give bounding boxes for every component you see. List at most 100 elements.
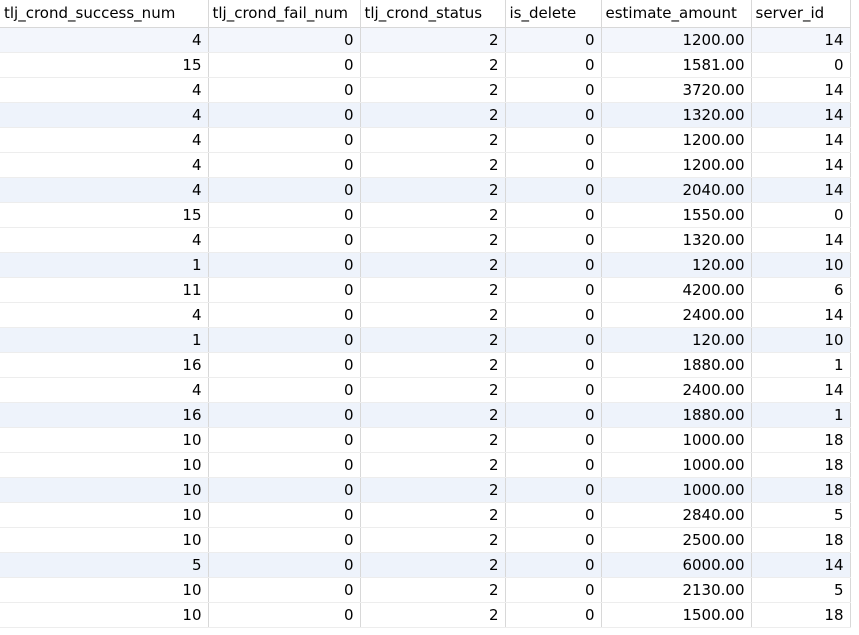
cell-tlj-crond-status[interactable]: 2	[360, 227, 506, 253]
cell-is-delete[interactable]: 0	[505, 177, 602, 203]
cell-tlj-crond-success-num[interactable]: 5	[0, 552, 209, 578]
cell-estimate-amount[interactable]: 1500.00	[601, 602, 752, 628]
table-row[interactable]: 10 0 2 0 1000.00 18	[0, 427, 851, 453]
cell-estimate-amount[interactable]: 2400.00	[601, 302, 752, 328]
cell-estimate-amount[interactable]: 4200.00	[601, 277, 752, 303]
cell-server-id[interactable]: 14	[751, 77, 851, 103]
cell-tlj-crond-success-num[interactable]: 1	[0, 327, 209, 353]
cell-tlj-crond-fail-num[interactable]: 0	[208, 27, 361, 53]
cell-tlj-crond-fail-num[interactable]: 0	[208, 102, 361, 128]
cell-tlj-crond-success-num[interactable]: 10	[0, 577, 209, 603]
cell-server-id[interactable]: 18	[751, 452, 851, 478]
column-header-estimate-amount[interactable]: estimate_amount	[601, 0, 752, 28]
cell-server-id[interactable]: 14	[751, 377, 851, 403]
cell-tlj-crond-success-num[interactable]: 4	[0, 77, 209, 103]
cell-tlj-crond-success-num[interactable]: 10	[0, 502, 209, 528]
cell-tlj-crond-fail-num[interactable]: 0	[208, 452, 361, 478]
table-row[interactable]: 10 0 2 0 1000.00 18	[0, 477, 851, 503]
table-row[interactable]: 10 0 2 0 2840.00 5	[0, 502, 851, 528]
cell-estimate-amount[interactable]: 1880.00	[601, 402, 752, 428]
table-row[interactable]: 16 0 2 0 1880.00 1	[0, 402, 851, 428]
table-row[interactable]: 4 0 2 0 1200.00 14	[0, 127, 851, 153]
cell-tlj-crond-success-num[interactable]: 4	[0, 127, 209, 153]
table-row[interactable]: 10 0 2 0 1500.00 18	[0, 602, 851, 628]
cell-is-delete[interactable]: 0	[505, 27, 602, 53]
cell-server-id[interactable]: 6	[751, 277, 851, 303]
cell-is-delete[interactable]: 0	[505, 502, 602, 528]
cell-estimate-amount[interactable]: 1000.00	[601, 477, 752, 503]
table-row[interactable]: 11 0 2 0 4200.00 6	[0, 277, 851, 303]
column-header-server-id[interactable]: server_id	[751, 0, 851, 28]
cell-is-delete[interactable]: 0	[505, 202, 602, 228]
cell-tlj-crond-status[interactable]: 2	[360, 377, 506, 403]
cell-tlj-crond-success-num[interactable]: 4	[0, 377, 209, 403]
cell-tlj-crond-success-num[interactable]: 16	[0, 402, 209, 428]
cell-tlj-crond-success-num[interactable]: 4	[0, 227, 209, 253]
cell-server-id[interactable]: 1	[751, 402, 851, 428]
table-row[interactable]: 4 0 2 0 2400.00 14	[0, 302, 851, 328]
cell-tlj-crond-fail-num[interactable]: 0	[208, 277, 361, 303]
column-header-is-delete[interactable]: is_delete	[505, 0, 602, 28]
table-row[interactable]: 16 0 2 0 1880.00 1	[0, 352, 851, 378]
cell-server-id[interactable]: 14	[751, 177, 851, 203]
cell-estimate-amount[interactable]: 1581.00	[601, 52, 752, 78]
cell-tlj-crond-success-num[interactable]: 4	[0, 302, 209, 328]
cell-tlj-crond-status[interactable]: 2	[360, 602, 506, 628]
table-row[interactable]: 4 0 2 0 1320.00 14	[0, 102, 851, 128]
cell-estimate-amount[interactable]: 2500.00	[601, 527, 752, 553]
cell-is-delete[interactable]: 0	[505, 527, 602, 553]
cell-tlj-crond-success-num[interactable]: 15	[0, 202, 209, 228]
table-row[interactable]: 4 0 2 0 3720.00 14	[0, 77, 851, 103]
column-header-tlj-crond-fail-num[interactable]: tlj_crond_fail_num	[208, 0, 361, 28]
cell-tlj-crond-success-num[interactable]: 10	[0, 477, 209, 503]
cell-estimate-amount[interactable]: 1200.00	[601, 152, 752, 178]
cell-estimate-amount[interactable]: 2040.00	[601, 177, 752, 203]
cell-tlj-crond-success-num[interactable]: 4	[0, 177, 209, 203]
cell-is-delete[interactable]: 0	[505, 377, 602, 403]
cell-is-delete[interactable]: 0	[505, 477, 602, 503]
cell-is-delete[interactable]: 0	[505, 452, 602, 478]
cell-tlj-crond-status[interactable]: 2	[360, 252, 506, 278]
cell-tlj-crond-status[interactable]: 2	[360, 102, 506, 128]
cell-tlj-crond-status[interactable]: 2	[360, 527, 506, 553]
cell-tlj-crond-status[interactable]: 2	[360, 52, 506, 78]
cell-tlj-crond-fail-num[interactable]: 0	[208, 177, 361, 203]
cell-is-delete[interactable]: 0	[505, 427, 602, 453]
table-row[interactable]: 4 0 2 0 2400.00 14	[0, 377, 851, 403]
cell-server-id[interactable]: 10	[751, 252, 851, 278]
cell-tlj-crond-success-num[interactable]: 16	[0, 352, 209, 378]
table-row[interactable]: 5 0 2 0 6000.00 14	[0, 552, 851, 578]
result-grid[interactable]: tlj_crond_success_num tlj_crond_fail_num…	[0, 0, 859, 635]
cell-tlj-crond-fail-num[interactable]: 0	[208, 202, 361, 228]
cell-tlj-crond-fail-num[interactable]: 0	[208, 477, 361, 503]
cell-tlj-crond-success-num[interactable]: 10	[0, 527, 209, 553]
cell-tlj-crond-status[interactable]: 2	[360, 427, 506, 453]
cell-tlj-crond-status[interactable]: 2	[360, 302, 506, 328]
cell-tlj-crond-fail-num[interactable]: 0	[208, 77, 361, 103]
cell-tlj-crond-success-num[interactable]: 1	[0, 252, 209, 278]
table-row[interactable]: 15 0 2 0 1581.00 0	[0, 52, 851, 78]
cell-server-id[interactable]: 10	[751, 327, 851, 353]
cell-server-id[interactable]: 14	[751, 102, 851, 128]
cell-tlj-crond-status[interactable]: 2	[360, 202, 506, 228]
cell-is-delete[interactable]: 0	[505, 52, 602, 78]
cell-estimate-amount[interactable]: 1000.00	[601, 427, 752, 453]
cell-estimate-amount[interactable]: 2400.00	[601, 377, 752, 403]
column-header-tlj-crond-status[interactable]: tlj_crond_status	[360, 0, 506, 28]
cell-is-delete[interactable]: 0	[505, 277, 602, 303]
cell-is-delete[interactable]: 0	[505, 302, 602, 328]
column-header-tlj-crond-success-num[interactable]: tlj_crond_success_num	[0, 0, 209, 28]
cell-tlj-crond-fail-num[interactable]: 0	[208, 377, 361, 403]
cell-tlj-crond-status[interactable]: 2	[360, 127, 506, 153]
cell-tlj-crond-status[interactable]: 2	[360, 502, 506, 528]
cell-server-id[interactable]: 0	[751, 202, 851, 228]
cell-is-delete[interactable]: 0	[505, 577, 602, 603]
cell-estimate-amount[interactable]: 120.00	[601, 252, 752, 278]
cell-tlj-crond-status[interactable]: 2	[360, 477, 506, 503]
cell-estimate-amount[interactable]: 1320.00	[601, 102, 752, 128]
cell-tlj-crond-status[interactable]: 2	[360, 177, 506, 203]
cell-estimate-amount[interactable]: 2840.00	[601, 502, 752, 528]
cell-estimate-amount[interactable]: 1000.00	[601, 452, 752, 478]
cell-estimate-amount[interactable]: 1880.00	[601, 352, 752, 378]
cell-estimate-amount[interactable]: 120.00	[601, 327, 752, 353]
